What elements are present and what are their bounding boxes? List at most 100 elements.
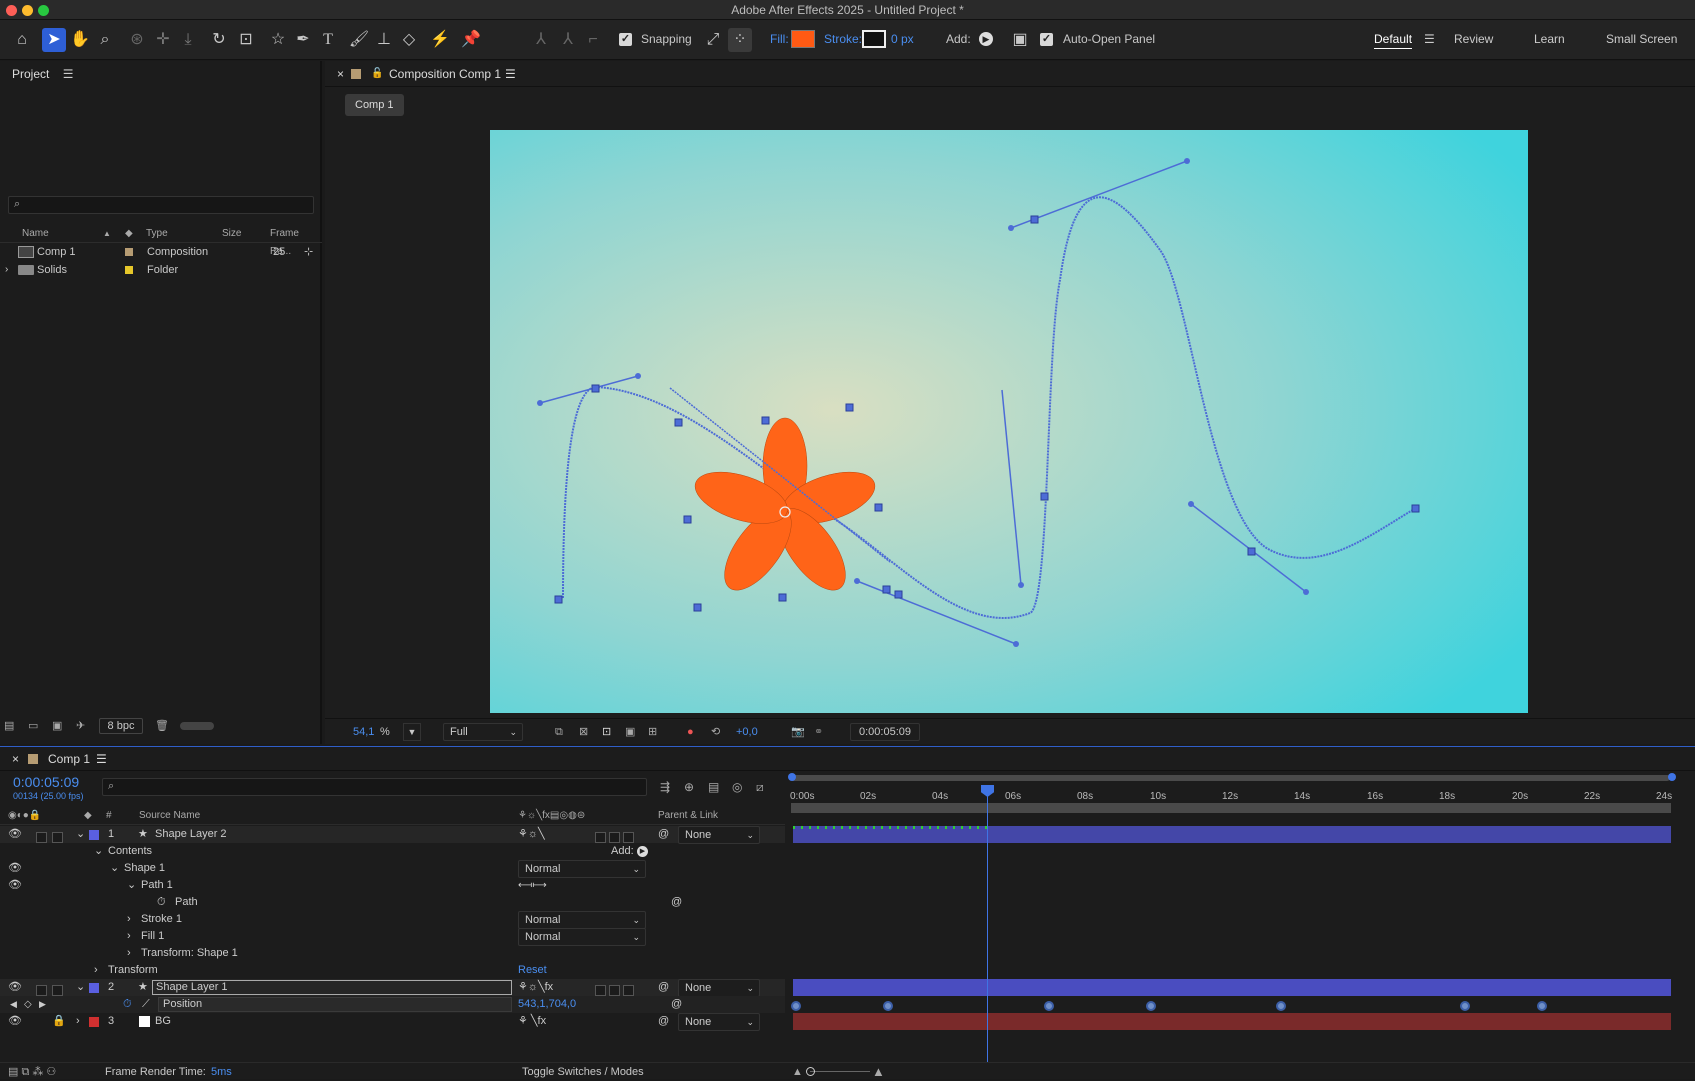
layer-label-swatch[interactable] — [89, 830, 99, 840]
zoom-slider-thumb[interactable] — [806, 1067, 815, 1076]
visibility-eye-icon[interactable]: 👁 — [8, 979, 22, 996]
keyframe[interactable] — [1276, 1001, 1286, 1011]
motion-blur-icon[interactable]: ◎ — [732, 780, 742, 794]
graph-icon[interactable]: ⟋ — [142, 996, 150, 1013]
chevron-right-icon[interactable]: › — [127, 928, 131, 945]
toggle-switches-modes-button[interactable]: Toggle Switches / Modes — [522, 1063, 644, 1081]
layer-label-swatch[interactable] — [89, 1017, 99, 1027]
hand-tool-icon[interactable]: ✋ — [68, 28, 92, 52]
blend-mode-dropdown[interactable]: Normal ⌄ — [518, 860, 646, 878]
layer-1-duration-bar[interactable] — [793, 826, 1671, 843]
workspace-review[interactable]: Review — [1454, 32, 1493, 46]
chevron-down-icon[interactable]: ⌄ — [127, 877, 136, 894]
chevron-down-icon[interactable]: ⌄ — [76, 826, 85, 843]
auto-open-panel-icon[interactable]: ▣ — [1008, 28, 1032, 52]
pan-camera-icon[interactable]: ✛ — [151, 28, 175, 52]
keyframe[interactable] — [1044, 1001, 1054, 1011]
blend-mode-dropdown[interactable]: Normal ⌄ — [518, 928, 646, 946]
render-queue-icon[interactable]: ✈ — [76, 715, 85, 737]
chevron-right-icon[interactable]: › — [94, 962, 98, 979]
layer-name[interactable]: Shape Layer 1 — [152, 980, 512, 995]
panel-menu-icon[interactable]: ☰ — [63, 61, 74, 87]
flowchart-icon[interactable]: ⊹ — [304, 243, 313, 261]
interpret-footage-icon[interactable]: ▤ — [4, 715, 14, 737]
visibility-eye-icon[interactable]: 👁 — [8, 860, 22, 877]
contents-row[interactable]: ⌄ Contents Add: ▶ — [0, 843, 785, 860]
chevron-down-icon[interactable]: ⌄ — [110, 860, 119, 877]
fill1-row[interactable]: › Fill 1 Normal ⌄ — [0, 928, 785, 946]
shape1-row[interactable]: 👁 ⌄ Shape 1 Normal ⌄ — [0, 860, 785, 878]
close-tab-icon[interactable]: × — [12, 747, 19, 771]
layer-name[interactable]: BG — [155, 1013, 171, 1030]
current-time-display[interactable]: 0:00:05:09 — [13, 774, 79, 790]
fast-previews-icon[interactable]: ⧉ — [555, 719, 563, 745]
layer-label-swatch[interactable] — [89, 983, 99, 993]
path1-row[interactable]: 👁 ⌄ Path 1 ⟻⟼ — [0, 877, 785, 894]
time-ruler[interactable]: 0:00s 02s 04s 06s 08s 10s 12s 14s 16s 18… — [788, 783, 1674, 805]
axis-mode-local-icon[interactable]: ⅄ — [529, 28, 553, 52]
orbit-camera-icon[interactable]: ⊛ — [125, 28, 149, 52]
stroke-width-value[interactable]: 0 px — [891, 32, 914, 46]
chevron-right-icon[interactable]: › — [127, 911, 131, 928]
switches-icons[interactable]: ⚘☼╲fx▤◎◍⊜ — [518, 807, 585, 825]
eraser-tool-icon[interactable]: ◇ — [397, 28, 421, 52]
position-row[interactable]: ◀ ◇ ▶ ⏱ ⟋ Position 543,1,704,0 @ — [0, 996, 785, 1013]
star-shape-icon[interactable]: ☆ — [266, 28, 290, 52]
col-size[interactable]: Size — [222, 225, 241, 243]
draft-3d-icon[interactable]: ⊕ — [684, 780, 694, 794]
keyframe[interactable] — [1146, 1001, 1156, 1011]
thumbnail-size-slider[interactable] — [180, 722, 214, 730]
stopwatch-icon[interactable]: ⏱ — [123, 996, 132, 1013]
close-tab-icon[interactable]: × — [337, 61, 344, 87]
layer-name[interactable]: Shape Layer 2 — [155, 826, 227, 843]
label-swatch[interactable] — [125, 248, 133, 256]
channel-rgb-icon[interactable]: ● — [687, 719, 694, 745]
lock-icon[interactable]: 🔓 — [371, 61, 383, 87]
zoom-dropdown-chevron-icon[interactable]: ▼ — [403, 723, 421, 741]
add-property-icon[interactable]: ▶ — [637, 846, 648, 857]
chevron-down-icon[interactable]: ⌄ — [76, 979, 85, 996]
clone-stamp-icon[interactable]: ⊥ — [372, 28, 396, 52]
bpc-button[interactable]: 8 bpc — [99, 718, 143, 734]
prev-keyframe-icon[interactable]: ◀ — [10, 996, 17, 1013]
selection-tool-icon[interactable]: ➤ — [42, 28, 66, 52]
close-window-button[interactable] — [6, 5, 17, 16]
av-features-icon[interactable]: ◉◐●🔒 — [8, 807, 41, 825]
workspace-default[interactable]: Default — [1374, 32, 1413, 49]
visibility-eye-icon[interactable]: 👁 — [8, 826, 22, 843]
pick-whip-icon[interactable]: @ — [658, 826, 669, 843]
zoom-tool-icon[interactable]: ⌕ — [93, 28, 117, 52]
layer-row-1[interactable]: 👁 ⌄ 1 ★ Shape Layer 2 ⚘☼╲ @ None ⌄ — [0, 826, 785, 844]
mask-visibility-icon[interactable]: ⊞ — [648, 719, 657, 745]
layer-switches[interactable]: ⚘☼╲fx — [518, 979, 553, 996]
reset-link[interactable]: Reset — [518, 962, 547, 979]
position-value[interactable]: 543,1,704,0 — [518, 996, 576, 1013]
pick-whip-icon[interactable]: @ — [658, 979, 669, 996]
add-keyframe-icon[interactable]: ◇ — [24, 996, 32, 1013]
layer-row-2[interactable]: 👁 ⌄ 2 ★ Shape Layer 1 ⚘☼╲fx @ None ⌄ — [0, 979, 785, 997]
timeline-search-input[interactable]: ⌕ — [102, 778, 647, 796]
pick-whip-icon[interactable]: @ — [671, 996, 682, 1013]
maximize-window-button[interactable] — [38, 5, 49, 16]
transparency-grid-icon[interactable]: ⊠ — [579, 719, 588, 745]
layer-switches[interactable]: ⚘ ╲fx — [518, 1013, 546, 1030]
viewer-timecode[interactable]: 0:00:05:09 — [850, 723, 920, 741]
lock-icon[interactable]: 🔒 — [52, 1013, 66, 1030]
trash-icon[interactable]: 🗑 — [155, 715, 169, 737]
breadcrumb[interactable]: Comp 1 — [345, 94, 404, 116]
show-snapshot-icon[interactable]: ⚭ — [814, 719, 823, 745]
frame-blending-icon[interactable]: ▤ — [708, 780, 719, 794]
zoom-value[interactable]: 54,1 — [353, 719, 374, 745]
layer-3-duration-bar[interactable] — [793, 1013, 1671, 1030]
keyframe[interactable] — [791, 1001, 801, 1011]
workspace-small-screen[interactable]: Small Screen — [1606, 32, 1677, 46]
label-column-icon[interactable]: ◆ — [84, 807, 92, 825]
layer-row-3[interactable]: 👁 🔒 › 3 BG ⚘ ╲fx @ None ⌄ — [0, 1013, 785, 1031]
roto-brush-icon[interactable]: ⚡ — [428, 28, 452, 52]
home-icon[interactable]: ⌂ — [10, 28, 34, 52]
zoom-slider[interactable] — [810, 1071, 870, 1072]
workspace-menu-icon[interactable]: ☰ — [1424, 32, 1435, 46]
current-time-indicator[interactable] — [987, 785, 988, 1063]
layer-2-duration-bar[interactable] — [793, 979, 1671, 996]
panel-menu-icon[interactable]: ☰ — [96, 747, 107, 771]
